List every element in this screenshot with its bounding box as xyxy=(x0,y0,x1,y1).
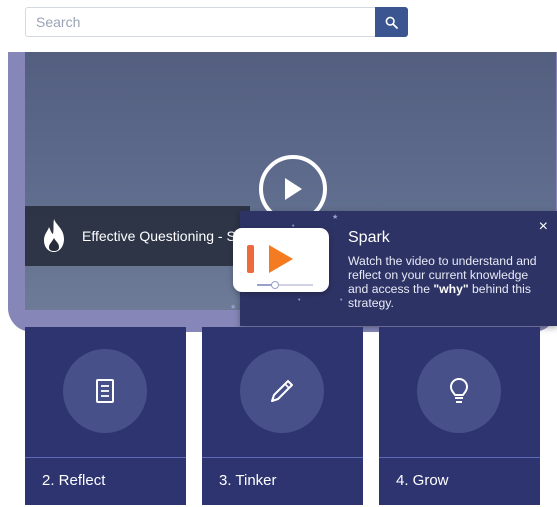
video-title: Effective Questioning - S xyxy=(82,228,236,244)
close-icon[interactable]: × xyxy=(539,219,548,235)
card-label: 4. Grow xyxy=(396,472,449,489)
card-divider xyxy=(202,457,363,458)
card-label: 2. Reflect xyxy=(42,472,106,489)
search-icon xyxy=(385,16,398,29)
card-label: 3. Tinker xyxy=(219,472,277,489)
video-title-bar: Effective Questioning - S xyxy=(25,206,250,266)
lightbulb-icon xyxy=(450,378,468,403)
sparkle-icon: • xyxy=(298,297,301,304)
sparkle-icon: ★ xyxy=(332,214,339,221)
sparkle-icon: • xyxy=(340,297,343,304)
search-input[interactable] xyxy=(26,8,375,36)
card-reflect[interactable]: 2. Reflect xyxy=(25,327,186,505)
card-icon-circle xyxy=(63,349,147,433)
card-icon-circle xyxy=(417,349,501,433)
card-divider xyxy=(25,457,186,458)
card-tinker[interactable]: 3. Tinker xyxy=(202,327,363,505)
card-grow[interactable]: 4. Grow xyxy=(379,327,540,505)
search-field[interactable] xyxy=(25,7,375,37)
popover-description: Watch the video to understand and reflec… xyxy=(348,254,537,310)
play-icon xyxy=(285,178,302,200)
video-play-icon xyxy=(247,245,313,289)
video-illustration xyxy=(233,228,329,292)
sparkle-icon: ★ xyxy=(230,304,237,311)
card-divider xyxy=(379,457,540,458)
card-icon-circle xyxy=(240,349,324,433)
popover-title: Spark xyxy=(348,229,390,246)
pencil-icon xyxy=(271,380,293,402)
search-button[interactable] xyxy=(375,7,408,37)
flame-icon xyxy=(44,219,64,252)
document-icon xyxy=(96,379,114,403)
